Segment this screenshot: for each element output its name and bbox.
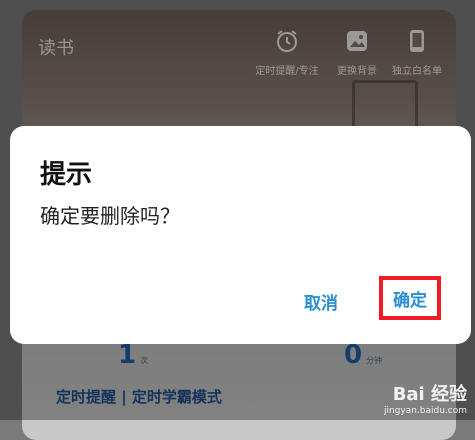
watermark-url: jingyan.baidu.com (383, 406, 467, 416)
cancel-button[interactable]: 取消 (304, 289, 338, 314)
confirm-button[interactable]: 确定 (379, 276, 441, 320)
dialog-title: 提示 (40, 160, 93, 190)
dialog-message: 确定要删除吗？ (40, 204, 180, 228)
watermark: Bai 经验 jingyan.baidu.com (384, 380, 467, 416)
confirm-button-label: 确定 (393, 290, 427, 311)
confirm-dialog: 提示 确定要删除吗？ 取消 确定 (10, 126, 471, 344)
watermark-brand: Bai 经验 (392, 384, 467, 405)
